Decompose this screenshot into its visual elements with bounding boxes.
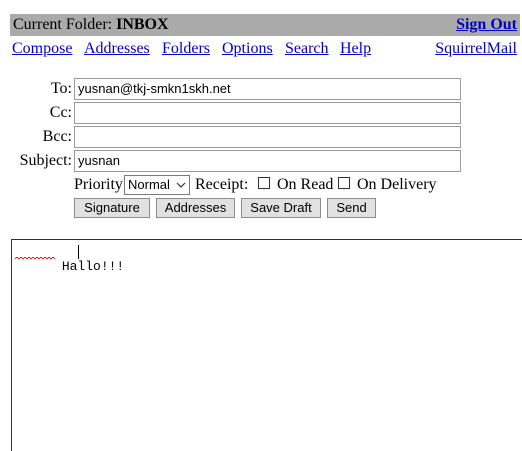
- to-field[interactable]: yusnan@tkj-smkn1skh.net: [74, 78, 461, 100]
- bcc-field[interactable]: [74, 126, 461, 148]
- current-folder-name: INBOX: [116, 16, 169, 33]
- folder-bar: Current Folder: INBOX Sign Out: [10, 14, 520, 36]
- on-read-checkbox[interactable]: [258, 177, 270, 189]
- sign-out-link[interactable]: Sign Out: [456, 16, 517, 34]
- message-body[interactable]: Hallo!!!: [11, 239, 522, 451]
- addresses-button[interactable]: Addresses: [156, 198, 235, 218]
- priority-select-value: Normal: [128, 177, 170, 192]
- nav-folders[interactable]: Folders: [162, 40, 210, 58]
- subject-field[interactable]: yusnan: [74, 150, 461, 172]
- nav-addresses[interactable]: Addresses: [84, 40, 150, 58]
- send-button[interactable]: Send: [327, 198, 376, 218]
- nav-options[interactable]: Options: [222, 40, 273, 58]
- on-read-label: On Read: [277, 176, 334, 193]
- priority-label: Priority: [74, 176, 123, 193]
- current-folder: Current Folder: INBOX: [13, 16, 169, 34]
- cc-field[interactable]: [74, 102, 461, 124]
- priority-select[interactable]: Normal: [124, 175, 190, 195]
- main-nav: Compose Addresses Folders Options Search…: [12, 40, 520, 60]
- on-delivery-checkbox[interactable]: [338, 177, 350, 189]
- on-delivery-label: On Delivery: [357, 176, 437, 193]
- cc-label: Cc:: [49, 104, 72, 121]
- message-text: Hallo!!!: [61, 259, 125, 274]
- text-cursor: [78, 245, 79, 259]
- message-body-text: Hallo!!!: [15, 243, 124, 323]
- nav-squirrelmail[interactable]: SquirrelMail: [435, 40, 517, 58]
- receipt-label: Receipt:: [195, 176, 249, 193]
- current-folder-label: Current Folder:: [13, 16, 113, 33]
- chevron-down-icon: [176, 182, 186, 188]
- save-draft-button[interactable]: Save Draft: [241, 198, 321, 218]
- subject-label: Subject:: [19, 152, 72, 169]
- to-label: To:: [50, 80, 72, 97]
- nav-compose[interactable]: Compose: [12, 40, 72, 58]
- spellcheck-underline: [15, 257, 55, 260]
- nav-search[interactable]: Search: [285, 40, 329, 58]
- nav-help[interactable]: Help: [340, 40, 371, 58]
- bcc-label: Bcc:: [42, 128, 72, 145]
- signature-button[interactable]: Signature: [74, 198, 150, 218]
- compose-page: Current Folder: INBOX Sign Out Compose A…: [0, 0, 522, 451]
